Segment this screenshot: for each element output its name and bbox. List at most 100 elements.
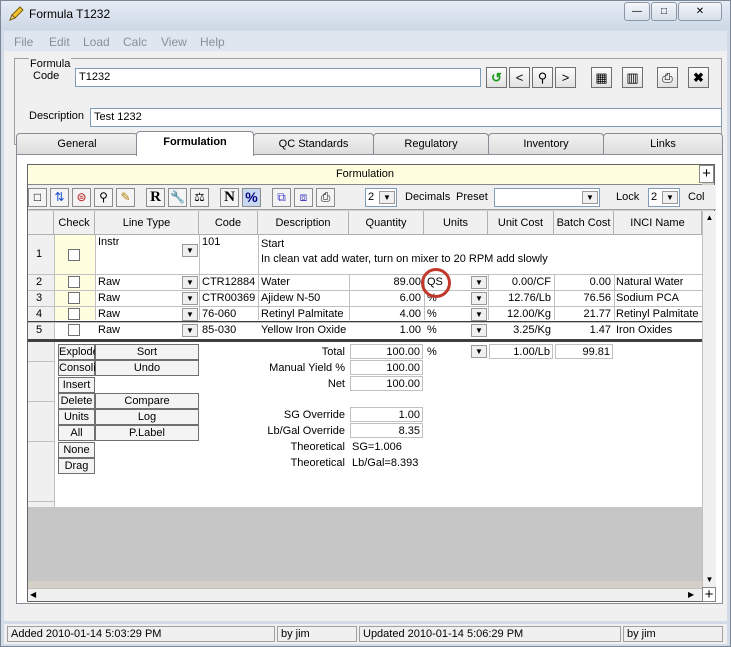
code-cell[interactable]: CTR00369 [202, 292, 255, 304]
quantity-cell[interactable]: 6.00 [350, 292, 423, 304]
tab-qc-standards[interactable]: QC Standards [253, 133, 374, 155]
code-cell[interactable]: 101 [202, 236, 220, 248]
menu-help[interactable]: Help [200, 35, 225, 49]
print-label-button[interactable]: P.Label [95, 425, 199, 441]
quantity-cell[interactable]: 4.00 [350, 308, 423, 320]
inci-name-cell[interactable]: Iron Oxides [616, 324, 672, 336]
code-field[interactable]: T1232 [75, 68, 481, 87]
inci-name-cell[interactable]: Retinyl Palmitate [616, 308, 699, 320]
unit-cost-cell[interactable]: 3.25/Kg [489, 324, 553, 336]
manual-yield-field[interactable]: 100.00 [350, 360, 423, 375]
delete-button[interactable]: Delete [58, 393, 95, 409]
close-button[interactable]: ✕ [678, 2, 722, 21]
find-icon[interactable]: ⚲ [94, 188, 113, 207]
chevron-down-icon[interactable]: ▼ [182, 324, 198, 337]
add-column-plus-icon[interactable]: + [702, 587, 716, 602]
col-header-batch-cost[interactable]: Batch Cost [554, 211, 614, 235]
lock-select[interactable]: 2 ▼ [648, 188, 680, 207]
description-cell[interactable]: Water [261, 276, 290, 288]
printer-icon[interactable]: ⎙ [316, 188, 335, 207]
menu-calc[interactable]: Calc [123, 35, 147, 49]
col-header-code[interactable]: Code [199, 211, 258, 235]
unit-cost-cell[interactable]: 12.00/Kg [489, 308, 553, 320]
scroll-down-icon[interactable]: ▼ [703, 573, 716, 587]
description-cell[interactable]: Ajidew N-50 [261, 292, 320, 304]
insert-button[interactable]: Insert [58, 377, 95, 393]
code-cell[interactable]: 76-060 [202, 308, 236, 320]
col-header-description[interactable]: Description [258, 211, 349, 235]
col-header-inci-name[interactable]: INCI Name [614, 211, 702, 235]
drag-button[interactable]: Drag [58, 458, 95, 474]
chevron-down-icon[interactable]: ▼ [182, 292, 198, 305]
inci-name-cell[interactable]: Sodium PCA [616, 292, 679, 304]
scroll-right-icon[interactable]: ▶ [688, 589, 700, 601]
units-cell[interactable]: % [427, 308, 437, 320]
copy-icon[interactable]: ⧉ [272, 188, 291, 207]
edit-pencil-icon[interactable]: ✎ [116, 188, 135, 207]
inci-name-cell[interactable]: Natural Water [616, 276, 683, 288]
chevron-down-icon[interactable]: ▼ [471, 324, 487, 337]
menu-edit[interactable]: Edit [49, 35, 70, 49]
col-header-check[interactable]: Check [54, 211, 95, 235]
chevron-down-icon[interactable]: ▼ [471, 308, 487, 321]
print-icon[interactable]: ⎙ [657, 67, 678, 88]
col-header-quantity[interactable]: Quantity [349, 211, 424, 235]
row-checkbox[interactable] [68, 276, 80, 288]
tab-general[interactable]: General [16, 133, 138, 155]
row-checkbox[interactable] [68, 292, 80, 304]
calculator-icon[interactable]: ▥ [622, 67, 643, 88]
line-type-cell[interactable]: Raw [98, 308, 120, 320]
decimals-select[interactable]: 2 ▼ [365, 188, 397, 207]
preset-select[interactable]: ▼ [494, 188, 600, 207]
description-cell[interactable]: Start [261, 238, 284, 250]
quantity-cell[interactable]: 1.00 [350, 324, 423, 336]
units-cell[interactable]: % [427, 324, 437, 336]
lbgal-override-field[interactable]: 8.35 [350, 423, 423, 438]
consolidate-button[interactable]: Consoli [58, 360, 96, 376]
line-type-cell[interactable]: Instr [98, 236, 119, 248]
paste-icon[interactable]: ⧈ [294, 188, 313, 207]
chevron-down-icon[interactable]: ▼ [182, 244, 198, 257]
n-icon[interactable]: N [220, 188, 239, 207]
units-button[interactable]: Units [58, 409, 95, 425]
maximize-button[interactable]: □ [651, 2, 677, 21]
row-checkbox[interactable] [68, 308, 80, 320]
description-cell[interactable]: Yellow Iron Oxide [261, 324, 346, 336]
unit-cost-cell[interactable]: 0.00/CF [489, 276, 553, 288]
menu-view[interactable]: View [161, 35, 187, 49]
scroll-left-icon[interactable]: ◀ [30, 589, 42, 601]
col-header-line-type[interactable]: Line Type [95, 211, 199, 235]
instruction-text[interactable]: In clean vat add water, turn on mixer to… [261, 253, 548, 265]
line-type-cell[interactable]: Raw [98, 276, 120, 288]
save-icon[interactable]: ▦ [591, 67, 612, 88]
scroll-up-icon[interactable]: ▲ [703, 211, 716, 225]
scale-icon[interactable]: ⚖ [190, 188, 209, 207]
line-type-cell[interactable]: Raw [98, 324, 120, 336]
tab-inventory[interactable]: Inventory [488, 133, 604, 155]
delete-icon[interactable]: ✖ [688, 67, 709, 88]
chevron-down-icon[interactable]: ▼ [471, 345, 487, 358]
delete-row-icon[interactable]: ⊜ [72, 188, 91, 207]
r-icon[interactable]: R [146, 188, 165, 207]
expand-plus-icon[interactable]: + [699, 165, 714, 183]
search-icon[interactable]: ⚲ [532, 67, 553, 88]
sort-button[interactable]: Sort [95, 344, 199, 360]
chevron-down-icon[interactable]: ▼ [182, 276, 198, 289]
total-units[interactable]: % [427, 346, 437, 358]
menu-load[interactable]: Load [83, 35, 110, 49]
none-button[interactable]: None [58, 442, 95, 458]
compare-button[interactable]: Compare [95, 393, 199, 409]
horizontal-scrollbar[interactable]: ◀ ▶ [28, 588, 702, 601]
chevron-down-icon[interactable]: ▼ [182, 308, 198, 321]
chevron-down-icon[interactable]: ▼ [471, 276, 487, 289]
refresh-icon[interactable]: ↺ [486, 67, 507, 88]
tab-formulation[interactable]: Formulation [136, 131, 254, 156]
new-icon[interactable]: □ [28, 188, 47, 207]
tab-links[interactable]: Links [603, 133, 723, 155]
chevron-down-icon[interactable]: ▼ [471, 292, 487, 305]
description-field[interactable]: Test 1232 [90, 108, 722, 127]
sg-override-field[interactable]: 1.00 [350, 407, 423, 422]
quantity-cell[interactable]: 89.00 [350, 276, 423, 288]
code-cell[interactable]: 85-030 [202, 324, 236, 336]
code-cell[interactable]: CTR12884 [202, 276, 255, 288]
